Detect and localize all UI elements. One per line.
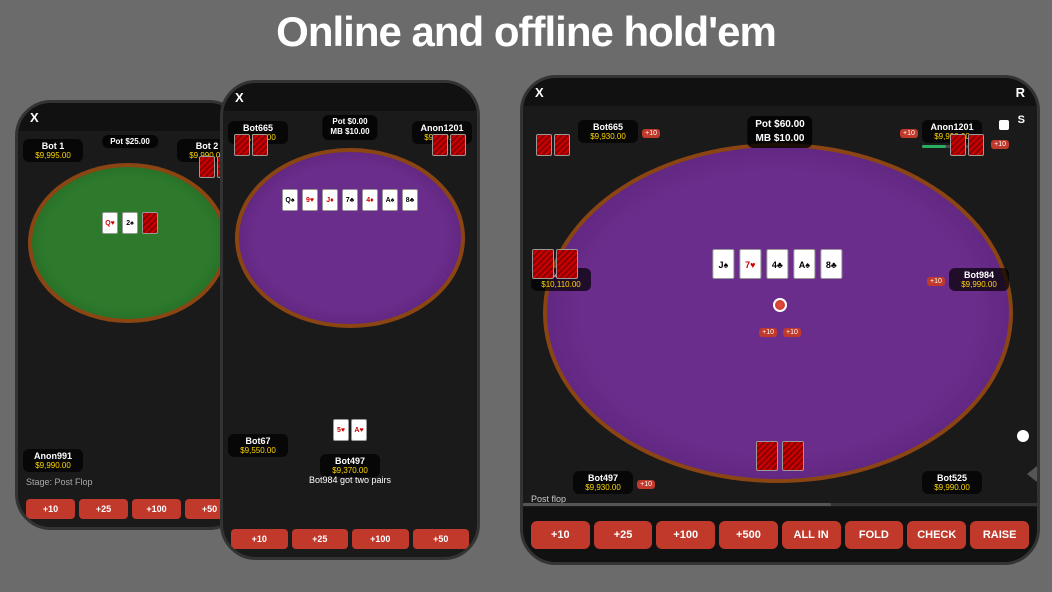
cards-back-mid-right xyxy=(431,133,467,157)
timer-fill xyxy=(922,145,946,148)
notch-mid xyxy=(320,83,380,93)
badge-bot497: +10 xyxy=(637,473,655,491)
cb-b497-2 xyxy=(782,441,804,471)
action-plus500[interactable]: +500 xyxy=(719,521,778,549)
bet-25-left[interactable]: +25 xyxy=(79,499,128,519)
community-cards-mid: Q♠ 9♥ J♦ 7♣ 4♦ A♠ 8♣ xyxy=(281,188,419,212)
card-q: Q♥ xyxy=(102,212,118,234)
cb-b67-1 xyxy=(532,249,554,279)
pot-mid: Pot $0.00 MB $10.00 xyxy=(322,115,377,140)
badge-bot665: +10 xyxy=(642,122,660,140)
bet-buttons-left[interactable]: +10 +25 +100 +50 xyxy=(18,499,242,519)
cb-r2 xyxy=(554,134,570,156)
action-check[interactable]: CHECK xyxy=(907,521,966,549)
phone-right: X R S Pot $60.00 MB $10.00 Bot665 $9,930… xyxy=(520,75,1040,565)
c-ah: A♥ xyxy=(351,419,367,441)
cr-4: 4♣ xyxy=(766,249,788,279)
stage-label-left: Stage: Post Flop xyxy=(26,477,93,487)
phone-left: X Pot $25.00 Bot 1 $9,995.00 Bot 2 $9,99… xyxy=(15,100,245,530)
cards-bot497: 5♥ A♥ xyxy=(332,418,368,442)
poker-table-left xyxy=(28,163,228,323)
action-plus10[interactable]: +10 xyxy=(531,521,590,549)
c-4: 4♦ xyxy=(362,189,378,211)
bet-100-mid[interactable]: +100 xyxy=(352,529,409,549)
c-j: J♦ xyxy=(322,189,338,211)
player-bot497-right: Bot497 $9,930.00 +10 xyxy=(573,471,633,494)
notch-right xyxy=(750,78,810,88)
c-q: Q♠ xyxy=(282,189,298,211)
c-7: 7♣ xyxy=(342,189,358,211)
card-back-1 xyxy=(199,156,215,178)
player-anon991: Anon991 $9,990.00 xyxy=(23,449,83,472)
player-bot665-right: Bot665 $9,930.00 +10 xyxy=(578,120,638,143)
c-8: 8♣ xyxy=(402,189,418,211)
cb-r4 xyxy=(968,134,984,156)
s-btn-right[interactable]: S xyxy=(1018,114,1025,126)
community-cards-right: J♠ 7♥ 4♣ A♠ 8♣ xyxy=(711,248,843,280)
pot-left: Pot $25.00 xyxy=(102,135,158,148)
badge-bot984: +10 xyxy=(927,270,945,288)
action-plus25[interactable]: +25 xyxy=(594,521,653,549)
badges-mid-right: +10 +10 xyxy=(759,328,801,337)
player-bot67-mid: Bot67 $9,550.00 xyxy=(228,434,288,457)
c-9: 9♥ xyxy=(302,189,318,211)
player-bot984-right: Bot984 $9,990.00 +10 xyxy=(949,268,1009,291)
close-btn-mid[interactable]: X xyxy=(235,90,244,105)
action-buttons-right[interactable]: +10 +25 +100 +500 ALL IN FOLD CHECK RAIS… xyxy=(523,507,1037,562)
action-plus100[interactable]: +100 xyxy=(656,521,715,549)
chip-center xyxy=(773,298,787,317)
bet-100-left[interactable]: +100 xyxy=(132,499,181,519)
cards-bot497-right xyxy=(755,440,805,472)
poker-table-mid xyxy=(235,148,465,328)
cr-a: A♠ xyxy=(793,249,815,279)
badge-right-top: +10 xyxy=(991,133,1009,157)
action-raise[interactable]: RAISE xyxy=(970,521,1029,549)
cr-j: J♠ xyxy=(712,249,734,279)
notch-left xyxy=(100,103,160,113)
cb-b497-1 xyxy=(756,441,778,471)
cr-7: 7♥ xyxy=(739,249,761,279)
bet-10-left[interactable]: +10 xyxy=(26,499,75,519)
player-bot497-mid: Bot497 $9,370.00 xyxy=(320,454,380,477)
pot-right: Pot $60.00 MB $10.00 xyxy=(747,116,812,148)
action-allin[interactable]: ALL IN xyxy=(782,521,841,549)
badge-anon1201: +10 xyxy=(900,122,918,140)
r-btn-right[interactable]: R xyxy=(1016,85,1025,100)
c-5h: 5♥ xyxy=(333,419,349,441)
cb1 xyxy=(234,134,250,156)
phone-mid: X Pot $0.00 MB $10.00 Bot665 $9,370.00 A… xyxy=(220,80,480,560)
player-bot1: Bot 1 $9,995.00 xyxy=(23,139,83,162)
card-b1 xyxy=(142,212,158,234)
triangle-indicator xyxy=(1027,466,1037,482)
action-fold[interactable]: FOLD xyxy=(845,521,904,549)
cb2 xyxy=(252,134,268,156)
timer-fill-right xyxy=(523,503,831,506)
bet-buttons-mid[interactable]: +10 +25 +100 +50 xyxy=(223,529,477,549)
cb4 xyxy=(450,134,466,156)
cb3 xyxy=(432,134,448,156)
cards-top-right-right: +10 xyxy=(949,133,1009,157)
circle-indicator xyxy=(1017,430,1029,442)
c-a: A♠ xyxy=(382,189,398,211)
cr-8: 8♣ xyxy=(820,249,842,279)
bet-25-mid[interactable]: +25 xyxy=(292,529,349,549)
announce-mid: Bot984 got two pairs xyxy=(223,475,477,485)
cb-b67-2 xyxy=(556,249,578,279)
square-indicator-right xyxy=(999,120,1009,130)
card-2: 2♠ xyxy=(122,212,138,234)
bet-50-mid[interactable]: +50 xyxy=(413,529,470,549)
close-btn-right[interactable]: X xyxy=(535,85,544,100)
community-cards-left: Q♥ 2♠ xyxy=(101,211,159,235)
bet-10-mid[interactable]: +10 xyxy=(231,529,288,549)
cards-bot67 xyxy=(531,248,579,280)
cb-r3 xyxy=(950,134,966,156)
close-btn-left[interactable]: X xyxy=(30,110,39,125)
cards-back-mid-left xyxy=(233,133,269,157)
cb-r1 xyxy=(536,134,552,156)
page-title: Online and offline hold'em xyxy=(0,8,1052,56)
timer-bar-right xyxy=(523,503,1037,506)
cards-top-left-right xyxy=(535,133,571,157)
player-bot525-right: Bot525 $9,990.00 xyxy=(922,471,982,494)
